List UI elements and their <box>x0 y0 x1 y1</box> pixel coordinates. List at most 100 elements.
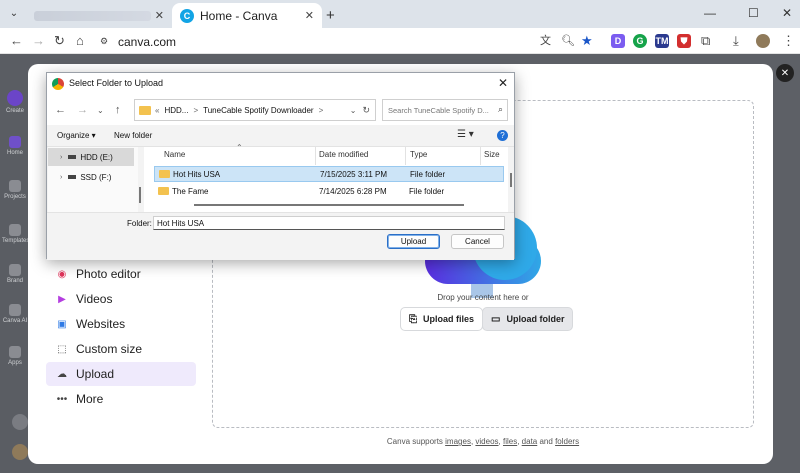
rail-brand[interactable]: Brand <box>2 264 28 284</box>
menu-videos[interactable]: ▶ Videos <box>46 287 196 311</box>
site-info-icon[interactable]: ⚙ <box>100 33 108 49</box>
view-options-icon[interactable]: ☰ ▾ <box>457 129 474 140</box>
user-avatar[interactable] <box>12 444 28 460</box>
grammarly-icon[interactable]: G <box>633 34 647 48</box>
vertical-scrollbar[interactable] <box>510 173 512 187</box>
col-divider <box>315 147 316 165</box>
menu-upload[interactable]: ☁ Upload <box>46 362 196 386</box>
address-bar[interactable]: canva.com <box>118 35 176 49</box>
path-segment[interactable]: TuneCable Spotify Downloader <box>203 106 313 115</box>
organize-button[interactable]: Organize ▾ <box>57 131 96 140</box>
dialog-command-bar: Organize ▾ New folder ☰ ▾ ? <box>47 125 514 147</box>
upload-button[interactable]: Upload <box>387 234 440 249</box>
upload-folder-label: Upload folder <box>506 314 565 324</box>
browser-menu-icon[interactable]: ⋮ <box>782 33 795 49</box>
menu-websites[interactable]: ▣ Websites <box>46 312 196 336</box>
back-icon[interactable]: ← <box>10 33 23 49</box>
menu-label: Upload <box>76 367 115 381</box>
tab-close-icon[interactable]: ✕ <box>155 9 164 22</box>
upload-files-button[interactable]: ⎘ Upload files <box>400 307 484 331</box>
search-input[interactable]: Search TuneCable Spotify D... ⌕ <box>382 99 508 121</box>
expand-chevron-icon[interactable]: › <box>60 174 62 181</box>
images-link[interactable]: images <box>445 437 471 446</box>
modal-close-button[interactable]: ✕ <box>776 64 794 82</box>
close-window-button[interactable]: ✕ <box>782 6 792 20</box>
help-icon[interactable]: ? <box>497 130 508 141</box>
dialog-close-icon[interactable]: ✕ <box>498 76 508 90</box>
video-icon: ▶ <box>58 293 66 305</box>
rail-label: Canva AI <box>2 318 28 324</box>
tab-search-icon[interactable]: ⌄ <box>6 5 22 21</box>
folder-upload-icon: ▭ <box>491 313 501 325</box>
col-date[interactable]: Date modified <box>319 150 368 159</box>
col-name[interactable]: Name <box>164 150 185 159</box>
back-arrow-icon[interactable]: ← <box>55 104 66 116</box>
canva-favicon-icon: C <box>180 8 194 23</box>
col-type[interactable]: Type <box>410 150 427 159</box>
apps-icon <box>9 346 21 358</box>
notifications-icon[interactable] <box>12 414 28 430</box>
extensions-puzzle-icon[interactable]: ⧉ <box>701 33 710 49</box>
profile-avatar[interactable] <box>756 34 770 48</box>
rail-templates[interactable]: Templates <box>2 224 30 244</box>
horizontal-scrollbar[interactable] <box>194 204 464 206</box>
blurred-tab-title <box>34 10 151 21</box>
new-tab-button[interactable]: + <box>326 7 335 24</box>
file-type: File folder <box>410 170 446 179</box>
folders-link[interactable]: folders <box>555 437 579 446</box>
extension-tm-icon[interactable]: TM <box>655 34 669 48</box>
home-icon[interactable]: ⌂ <box>76 33 84 49</box>
new-folder-button[interactable]: New folder <box>114 131 152 140</box>
tab-active[interactable]: C Home - Canva ✕ <box>172 3 322 28</box>
tree-label: SSD (F:) <box>80 172 112 182</box>
upload-folder-button[interactable]: ▭ Upload folder <box>482 307 574 331</box>
recent-dropdown-icon[interactable]: ⌄ <box>97 106 104 115</box>
folder-icon <box>158 187 169 195</box>
rail-canva-ai[interactable]: Canva AI <box>2 304 28 324</box>
path-overflow[interactable]: « <box>155 106 159 115</box>
reload-icon[interactable]: ↻ <box>54 33 65 49</box>
refresh-icon[interactable]: ↻ <box>362 105 370 116</box>
download-icon[interactable]: ⤓ <box>733 33 739 49</box>
search-icon: ⌕ <box>497 104 503 114</box>
tree-item-ssd[interactable]: › SSD (F:) <box>48 168 134 186</box>
supports-prefix: Canva supports <box>386 437 443 446</box>
bookmark-star-icon[interactable]: ★ <box>581 33 593 49</box>
file-row[interactable]: The Fame 7/14/2025 6:28 PM File folder <box>154 184 504 200</box>
tab-close-icon[interactable]: ✕ <box>305 9 314 22</box>
forward-icon[interactable]: → <box>32 33 45 49</box>
extension-shield-icon[interactable]: ⛊ <box>677 34 691 48</box>
translate-icon[interactable]: 文 <box>540 33 551 49</box>
folder-name-input[interactable]: Hot Hits USA <box>153 216 505 230</box>
data-link[interactable]: data <box>522 437 538 446</box>
address-path[interactable]: « HDD... > TuneCable Spotify Downloader … <box>134 99 376 121</box>
zoom-icon[interactable]: 🔍︎ <box>561 33 575 49</box>
expand-chevron-icon[interactable]: › <box>60 154 62 161</box>
path-dropdown-icon[interactable]: ⌄ <box>350 106 357 115</box>
up-arrow-icon[interactable]: ↑ <box>115 104 121 116</box>
file-row[interactable]: Hot Hits USA 7/15/2025 3:11 PM File fold… <box>154 166 504 182</box>
rail-projects[interactable]: Projects <box>2 180 28 200</box>
files-link[interactable]: files <box>503 437 517 446</box>
extension-d-icon[interactable]: D <box>611 34 625 48</box>
maximize-button[interactable]: ☐ <box>748 6 759 20</box>
menu-label: Websites <box>76 317 126 331</box>
forward-arrow-icon[interactable]: → <box>77 104 88 116</box>
navigation-pane: › HDD (E:) › SSD (F:) <box>48 147 138 212</box>
path-segment[interactable]: HDD... <box>164 106 188 115</box>
minimize-button[interactable]: — <box>704 6 716 20</box>
cancel-button[interactable]: Cancel <box>451 234 504 249</box>
rail-apps[interactable]: Apps <box>2 346 28 366</box>
col-size[interactable]: Size <box>484 150 500 159</box>
videos-link[interactable]: videos <box>475 437 498 446</box>
menu-photo-editor[interactable]: ◉ Photo editor <box>46 262 196 286</box>
rail-label: Templates <box>2 238 30 244</box>
tree-item-hdd[interactable]: › HDD (E:) <box>48 148 134 166</box>
rail-home[interactable]: Home <box>2 136 28 156</box>
rail-create[interactable]: Create <box>2 90 28 114</box>
templates-icon <box>9 224 21 236</box>
menu-custom-size[interactable]: ⬚ Custom size <box>46 337 196 361</box>
tab-inactive[interactable]: ✕ <box>26 3 172 28</box>
menu-more[interactable]: ••• More <box>46 387 196 411</box>
rail-label: Apps <box>8 360 22 366</box>
